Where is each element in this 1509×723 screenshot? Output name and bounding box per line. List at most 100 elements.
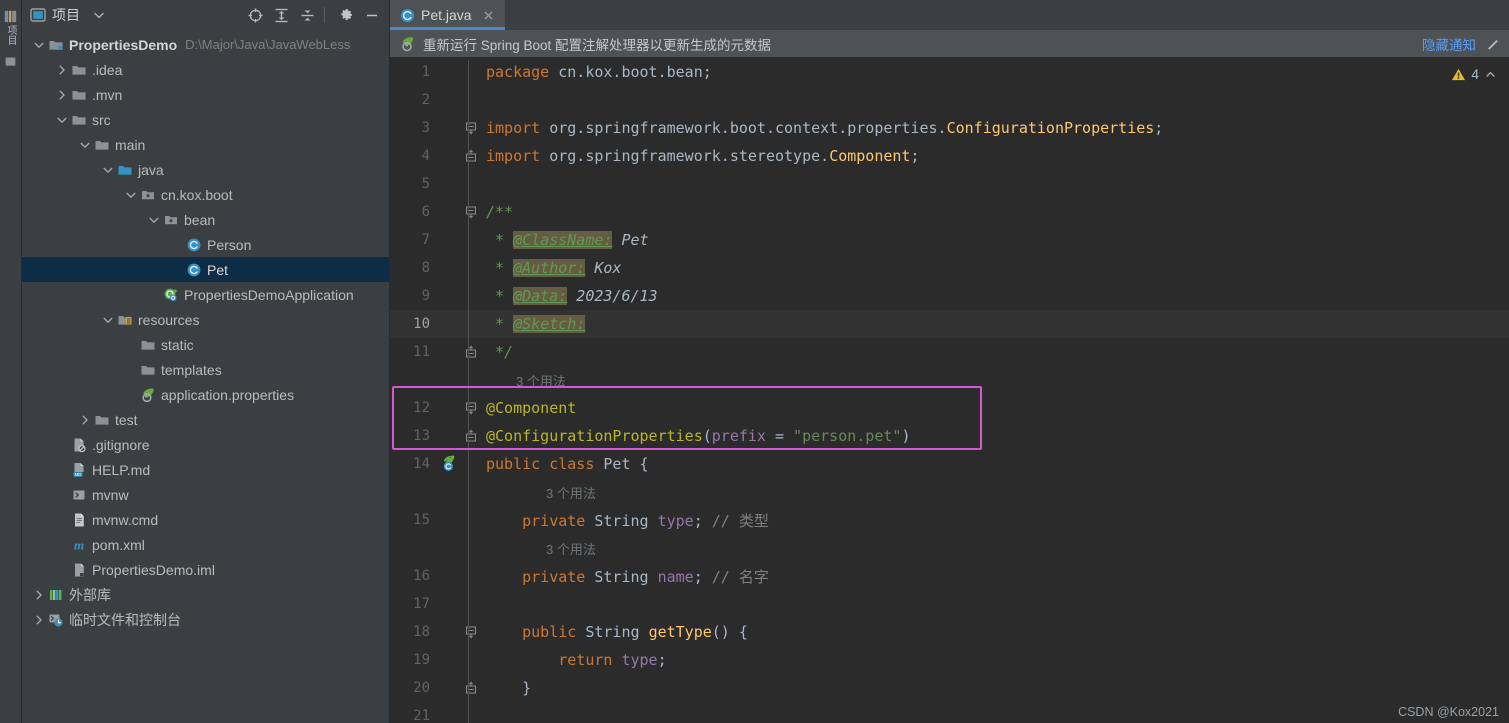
code-line[interactable]: 18 public String getType() {	[390, 618, 1509, 646]
code-line[interactable]: 14 public class Pet {	[390, 450, 1509, 478]
tree-row[interactable]: 临时文件和控制台	[22, 607, 389, 632]
tree-row[interactable]: src	[22, 107, 389, 132]
code-line-text: /**	[478, 203, 513, 221]
chevron-down-icon[interactable]	[101, 163, 115, 177]
chevron-right-icon[interactable]	[55, 63, 69, 77]
code-token-plain: () {	[711, 623, 748, 641]
code-line[interactable]: 4 import org.springframework.stereotype.C…	[390, 142, 1509, 170]
usages-inlay-hint[interactable]: 3 个用法	[478, 483, 596, 502]
code-line[interactable]: 13 @ConfigurationProperties(prefix = "per…	[390, 422, 1509, 450]
settings-gear-icon[interactable]	[1485, 36, 1501, 52]
chevron-down-icon[interactable]	[92, 8, 106, 22]
code-line[interactable]: 8 * @Author: Kox	[390, 254, 1509, 282]
chevron-right-icon[interactable]	[78, 413, 92, 427]
chevron-down-icon[interactable]	[32, 38, 46, 52]
tree-row[interactable]: application.properties	[22, 382, 389, 407]
spring-boot-class-icon	[164, 288, 178, 301]
tree-row[interactable]: PropertiesDemo.iml	[22, 557, 389, 582]
code-line[interactable]: 10 * @Sketch:	[390, 310, 1509, 338]
fold-expanded-icon[interactable]	[464, 198, 478, 226]
code-line[interactable]: 17	[390, 590, 1509, 618]
code-token-doc: *	[486, 287, 514, 305]
fold-expanded-icon[interactable]	[464, 394, 478, 422]
code-token-docval: Kox	[585, 259, 622, 277]
chevron-down-icon[interactable]	[147, 213, 161, 227]
code-line[interactable]: 16 private String name; // 名字	[390, 562, 1509, 590]
code-line[interactable]: 6 /**	[390, 198, 1509, 226]
spring-bean-gutter-icon[interactable]	[440, 455, 458, 473]
tree-row[interactable]: Pet	[22, 257, 389, 282]
chevron-down-icon[interactable]	[101, 313, 115, 327]
tree-row[interactable]: static	[22, 332, 389, 357]
code-line[interactable]: 20 }	[390, 674, 1509, 702]
code-line[interactable]: 9 * @Data: 2023/6/13	[390, 282, 1509, 310]
usages-inlay-hint[interactable]: 3 个用法	[478, 371, 566, 390]
tree-row[interactable]: mvnw.cmd	[22, 507, 389, 532]
settings-button[interactable]	[335, 4, 357, 26]
line-number: 13	[413, 428, 430, 444]
close-icon[interactable]	[482, 9, 495, 22]
hide-notification-link[interactable]: 隐藏通知	[1422, 34, 1476, 54]
chevron-right-icon[interactable]	[32, 613, 46, 627]
chevron-down-icon[interactable]	[55, 113, 69, 127]
tree-row[interactable]: .idea	[22, 57, 389, 82]
editor-tab-pet-java[interactable]: Pet.java	[390, 0, 505, 30]
inspection-widget[interactable]: 4	[1451, 66, 1497, 82]
tree-row[interactable]: mvnw	[22, 482, 389, 507]
tree-row[interactable]: 外部库	[22, 582, 389, 607]
fold-end-icon[interactable]	[464, 142, 478, 170]
fold-expanded-icon[interactable]	[464, 618, 478, 646]
project-structure-icon	[4, 10, 17, 23]
notification-text: 重新运行 Spring Boot 配置注解处理器以更新生成的元数据	[423, 37, 772, 53]
project-tree[interactable]: PropertiesDemo D:\Major\Java\JavaWebLess.…	[22, 30, 389, 723]
spring-properties-icon	[142, 387, 154, 402]
tree-row[interactable]: PropertiesDemo D:\Major\Java\JavaWebLess	[22, 32, 389, 57]
fold-end-icon[interactable]	[464, 674, 478, 702]
tree-row[interactable]: java	[22, 157, 389, 182]
tree-row[interactable]: .gitignore	[22, 432, 389, 457]
tree-row[interactable]: cn.kox.boot	[22, 182, 389, 207]
tree-row[interactable]: MD HELP.md	[22, 457, 389, 482]
maven-pom-icon: m	[74, 537, 84, 552]
minimize-button[interactable]	[361, 4, 383, 26]
tree-row[interactable]: main	[22, 132, 389, 157]
code-editor[interactable]: 1 package cn.kox.boot.bean; 2 3 import org.s…	[390, 58, 1509, 723]
tree-row[interactable]: Person	[22, 232, 389, 257]
code-line[interactable]: 15 private String type; // 类型	[390, 506, 1509, 534]
code-line[interactable]: 11 */	[390, 338, 1509, 366]
project-tool-button[interactable]: 项目	[3, 4, 18, 45]
tree-row[interactable]: templates	[22, 357, 389, 382]
fold-end-icon[interactable]	[464, 422, 478, 450]
usages-inlay-hint[interactable]: 3 个用法	[478, 539, 596, 558]
code-line[interactable]: 2	[390, 86, 1509, 114]
tree-row[interactable]: test	[22, 407, 389, 432]
code-line[interactable]: 21	[390, 702, 1509, 723]
chevron-right-icon[interactable]	[32, 588, 46, 602]
tree-row[interactable]: bean	[22, 207, 389, 232]
code-line[interactable]: 5	[390, 170, 1509, 198]
chevron-down-icon[interactable]	[78, 138, 92, 152]
tree-row[interactable]: m pom.xml	[22, 532, 389, 557]
chevron-right-icon[interactable]	[55, 88, 69, 102]
code-line[interactable]: 7 * @ClassName: Pet	[390, 226, 1509, 254]
tree-row[interactable]: PropertiesDemoApplication	[22, 282, 389, 307]
tree-row[interactable]: resources	[22, 307, 389, 332]
code-line[interactable]: 12 @Component	[390, 394, 1509, 422]
code-line-text: package cn.kox.boot.bean;	[478, 63, 712, 81]
tree-row[interactable]: .mvn	[22, 82, 389, 107]
chevron-up-icon[interactable]	[1484, 68, 1497, 81]
structure-icon[interactable]	[4, 55, 17, 68]
fold-end-icon[interactable]	[464, 338, 478, 366]
code-token-docval: Pet	[612, 231, 649, 249]
code-line[interactable]: 1 package cn.kox.boot.bean;	[390, 58, 1509, 86]
collapse-all-button[interactable]	[296, 4, 318, 26]
expand-all-button[interactable]	[270, 4, 292, 26]
chevron-down-icon[interactable]	[124, 188, 138, 202]
fold-expanded-icon[interactable]	[464, 114, 478, 142]
code-line[interactable]: 3 import org.springframework.boot.context…	[390, 114, 1509, 142]
select-opened-file-button[interactable]	[244, 4, 266, 26]
code-token-plain: cn.kox.boot.bean	[558, 63, 703, 81]
code-token-cls: getType	[648, 623, 712, 641]
line-number: 19	[413, 652, 430, 668]
code-line[interactable]: 19 return type;	[390, 646, 1509, 674]
